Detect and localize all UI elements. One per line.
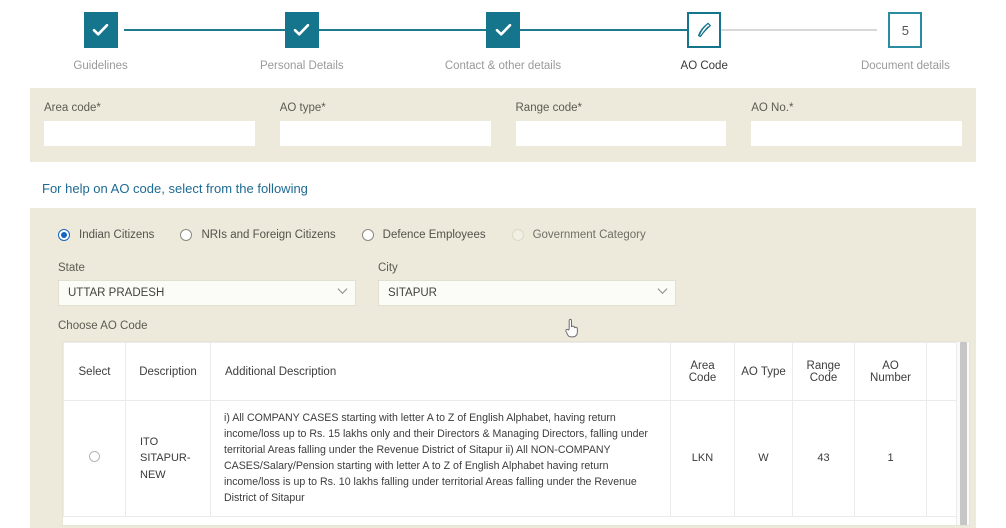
th-area-code: Area Code <box>670 342 735 401</box>
radio-label-nris-foreign-citizens: NRIs and Foreign Citizens <box>201 229 336 241</box>
ao-code-help-panel: Indian Citizens NRIs and Foreign Citizen… <box>30 208 976 528</box>
td-description: ITO SITAPUR-NEW <box>125 400 211 517</box>
stepper-step-ao-code[interactable]: AO Code <box>604 0 805 72</box>
ao-code-fields-panel: Area code* AO type* Range code* AO No.* <box>30 88 976 162</box>
radio-nris-foreign-citizens[interactable]: NRIs and Foreign Citizens <box>180 229 336 241</box>
stepper-label-guidelines: Guidelines <box>73 60 128 72</box>
state-select-value: UTTAR PRADESH <box>68 287 165 299</box>
label-city: City <box>378 262 398 274</box>
td-additional-description: i) All COMPANY CASES starting with lette… <box>210 400 671 517</box>
field-range-code: Range code* <box>515 102 752 146</box>
radio-label-government-category: Government Category <box>532 229 646 241</box>
step-status-box-2 <box>284 12 319 48</box>
check-icon <box>92 23 109 37</box>
radio-indicator-icon[interactable] <box>361 229 374 241</box>
stepper-label-document-details: Document details <box>860 60 950 72</box>
table-scrollbar-thumb[interactable] <box>960 342 967 525</box>
city-select[interactable]: SITAPUR <box>378 280 676 306</box>
label-ao-no: AO No.* <box>751 102 794 114</box>
city-select-group: City SITAPUR <box>378 262 676 306</box>
check-icon <box>495 23 512 37</box>
radio-indicator-icon[interactable] <box>511 229 524 241</box>
td-ao-number: 1 <box>854 400 927 517</box>
step-status-box-1 <box>83 12 118 48</box>
chevron-down-icon <box>337 284 348 294</box>
radio-indicator-icon[interactable] <box>58 229 70 241</box>
ao-code-page: Guidelines Personal Details Contact & ot… <box>0 0 1006 528</box>
radio-indicator-icon[interactable] <box>180 229 193 241</box>
radio-indian-citizens[interactable]: Indian Citizens <box>58 229 154 241</box>
stepper-step-contact-details[interactable]: Contact & other details <box>402 0 603 72</box>
state-select-group: State UTTAR PRADESH <box>58 262 356 306</box>
td-area-code: LKN <box>670 400 735 517</box>
radio-label-defence-employees: Defence Employees <box>382 229 486 241</box>
range-code-input[interactable] <box>515 121 727 146</box>
chevron-down-icon <box>657 284 668 294</box>
field-area-code: Area code* <box>44 102 280 146</box>
label-range-code: Range code* <box>515 102 583 114</box>
th-spacer <box>926 342 956 401</box>
stepper-step-document-details[interactable]: 5 Document details <box>805 0 1006 72</box>
stepper-step-personal-details[interactable]: Personal Details <box>201 0 402 72</box>
stepper-label-personal-details: Personal Details <box>259 60 344 72</box>
location-selects: State UTTAR PRADESH City SITAPUR <box>44 262 962 306</box>
citizen-category-radio-group: Indian Citizens NRIs and Foreign Citizen… <box>44 220 962 250</box>
td-ao-type: W <box>734 400 793 517</box>
area-code-input[interactable] <box>44 121 255 146</box>
stepper-label-contact-details: Contact & other details <box>444 60 562 72</box>
th-additional-description: Additional Description <box>210 342 671 401</box>
td-select <box>63 400 126 517</box>
step-status-box-5: 5 <box>888 12 923 48</box>
label-ao-type: AO type* <box>279 102 326 114</box>
step-status-box-4 <box>687 12 722 48</box>
radio-label-indian-citizens: Indian Citizens <box>79 229 155 241</box>
table-row: ITO SITAPUR-NEW i) All COMPANY CASES sta… <box>63 400 956 517</box>
th-ao-type: AO Type <box>734 342 793 401</box>
th-range-code: Range Code <box>792 342 855 401</box>
step-number-5: 5 <box>901 22 910 38</box>
field-ao-type: AO type* <box>279 102 516 146</box>
check-icon <box>293 23 310 37</box>
th-description: Description <box>125 342 211 401</box>
th-select: Select <box>63 342 126 401</box>
ao-code-table-container: Select Description Additional Descriptio… <box>62 341 970 526</box>
stepper-step-guidelines[interactable]: Guidelines <box>0 0 201 72</box>
help-heading: For help on AO code, select from the fol… <box>42 181 308 196</box>
ao-no-input[interactable] <box>751 121 962 146</box>
state-select[interactable]: UTTAR PRADESH <box>58 280 356 306</box>
table-vertical-scrollbar[interactable] <box>956 342 969 525</box>
step-status-box-3 <box>486 12 520 48</box>
pencil-icon <box>695 21 713 39</box>
row-select-radio[interactable] <box>89 451 100 463</box>
stepper-label-ao-code: AO Code <box>680 60 728 72</box>
th-ao-number: AO Number <box>854 342 927 401</box>
field-ao-no: AO No.* <box>751 102 962 146</box>
ao-code-table: Select Description Additional Descriptio… <box>63 342 956 517</box>
ao-type-input[interactable] <box>279 121 491 146</box>
td-spacer <box>926 400 956 517</box>
progress-stepper: Guidelines Personal Details Contact & ot… <box>0 0 1006 82</box>
radio-defence-employees[interactable]: Defence Employees <box>361 229 486 241</box>
td-range-code: 43 <box>792 400 855 517</box>
radio-government-category[interactable]: Government Category <box>511 229 646 241</box>
table-header-row: Select Description Additional Descriptio… <box>63 342 956 401</box>
ao-code-table-scrollport: Select Description Additional Descriptio… <box>63 342 956 525</box>
label-state: State <box>58 262 85 274</box>
choose-ao-code-label: Choose AO Code <box>58 320 148 332</box>
city-select-value: SITAPUR <box>388 287 437 299</box>
label-area-code: Area code* <box>44 102 101 114</box>
